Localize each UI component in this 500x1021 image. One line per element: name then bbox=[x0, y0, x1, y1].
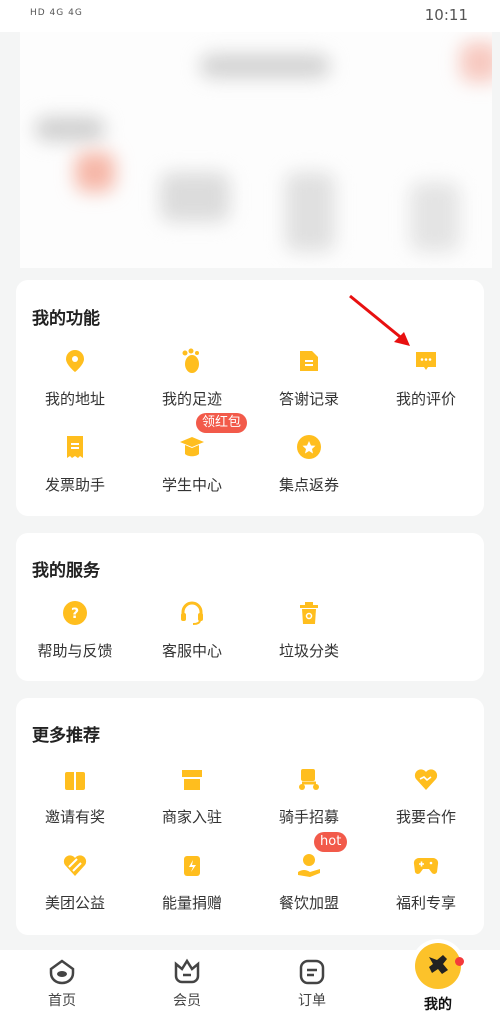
comment-bubble-icon bbox=[416, 352, 436, 370]
item-points-coupons[interactable]: 集点返券 bbox=[250, 434, 368, 495]
svg-text:?: ? bbox=[71, 606, 79, 622]
section-title: 更多推荐 bbox=[32, 726, 100, 746]
hot-badge: hot bbox=[314, 832, 348, 852]
gamepad-icon bbox=[413, 857, 439, 874]
item-my-footprint[interactable]: 我的足迹 bbox=[133, 348, 251, 409]
item-invoice-helper[interactable]: 发票助手 bbox=[16, 434, 134, 495]
scooter-icon bbox=[299, 769, 319, 790]
red-packet-badge: 领红包 bbox=[196, 413, 248, 433]
section-title: 我的服务 bbox=[32, 561, 100, 581]
gift-icon bbox=[65, 772, 85, 790]
blurred-header bbox=[20, 32, 492, 268]
item-rider-recruit[interactable]: 骑手招募 bbox=[250, 766, 368, 827]
status-bar: HD 4G 4G 10:11 bbox=[0, 0, 500, 32]
receipt-icon bbox=[67, 436, 83, 458]
location-pin-icon bbox=[66, 350, 84, 372]
crown-icon bbox=[174, 958, 200, 984]
clock: 10:11 bbox=[424, 6, 468, 24]
item-invite-rewards[interactable]: 邀请有奖 bbox=[16, 766, 134, 827]
item-my-reviews[interactable]: 我的评价 bbox=[367, 348, 485, 409]
graduation-cap-icon bbox=[180, 437, 204, 457]
notification-dot bbox=[455, 957, 464, 966]
footprint-icon bbox=[182, 348, 199, 373]
kangaroo-logo-icon bbox=[429, 955, 448, 974]
section-title: 我的功能 bbox=[32, 309, 100, 329]
signal-indicators: HD 4G 4G bbox=[30, 8, 83, 18]
document-icon bbox=[300, 351, 318, 371]
home-icon bbox=[49, 959, 75, 985]
item-thanks-record[interactable]: 答谢记录 bbox=[250, 348, 368, 409]
item-customer-service[interactable]: 客服中心 bbox=[133, 600, 251, 661]
item-help-feedback[interactable]: ? 帮助与反馈 bbox=[16, 600, 134, 661]
star-coin-icon bbox=[297, 435, 321, 459]
tab-orders[interactable]: 订单 bbox=[272, 958, 352, 1010]
more-recommendations-card: 更多推荐 邀请有奖 商家入驻 骑手招募 我要合作 美团公益 能量捐赠 餐饮加盟 … bbox=[16, 698, 484, 935]
trash-bin-icon bbox=[300, 602, 318, 624]
item-garbage-sorting[interactable]: 垃圾分类 bbox=[250, 600, 368, 661]
avatar[interactable] bbox=[415, 943, 461, 989]
charity-icon bbox=[63, 855, 87, 876]
item-meituan-charity[interactable]: 美团公益 bbox=[16, 852, 134, 913]
my-services-card: 我的服务 ? 帮助与反馈 客服中心 垃圾分类 bbox=[16, 533, 484, 681]
red-arrow-annotation bbox=[349, 294, 410, 346]
item-cooperation[interactable]: 我要合作 bbox=[367, 766, 485, 827]
store-icon bbox=[182, 770, 202, 790]
item-my-address[interactable]: 我的地址 bbox=[16, 348, 134, 409]
tab-home[interactable]: 首页 bbox=[22, 958, 102, 1010]
headset-icon bbox=[181, 601, 203, 625]
item-catering-franchise[interactable]: 餐饮加盟 bbox=[250, 852, 368, 913]
tab-mine[interactable]: 我的 bbox=[398, 994, 478, 1014]
item-energy-donation[interactable]: 能量捐赠 bbox=[133, 852, 251, 913]
item-merchant-join[interactable]: 商家入驻 bbox=[133, 766, 251, 827]
heart-handshake-icon bbox=[414, 769, 438, 790]
energy-icon bbox=[184, 856, 200, 876]
bottom-tab-bar: 首页 会员 订单 我的 bbox=[0, 943, 500, 1021]
order-list-icon bbox=[299, 959, 325, 985]
my-functions-card: 我的功能 我的地址 我的足迹 答谢记录 我的评价 发票助手 学生中心 领红包 集… bbox=[16, 280, 484, 516]
item-exclusive-benefits[interactable]: 福利专享 bbox=[367, 852, 485, 913]
tab-member[interactable]: 会员 bbox=[147, 958, 227, 1010]
item-student-center[interactable]: 学生中心 bbox=[133, 434, 251, 495]
franchise-icon bbox=[298, 854, 320, 877]
question-icon: ? bbox=[63, 601, 87, 625]
